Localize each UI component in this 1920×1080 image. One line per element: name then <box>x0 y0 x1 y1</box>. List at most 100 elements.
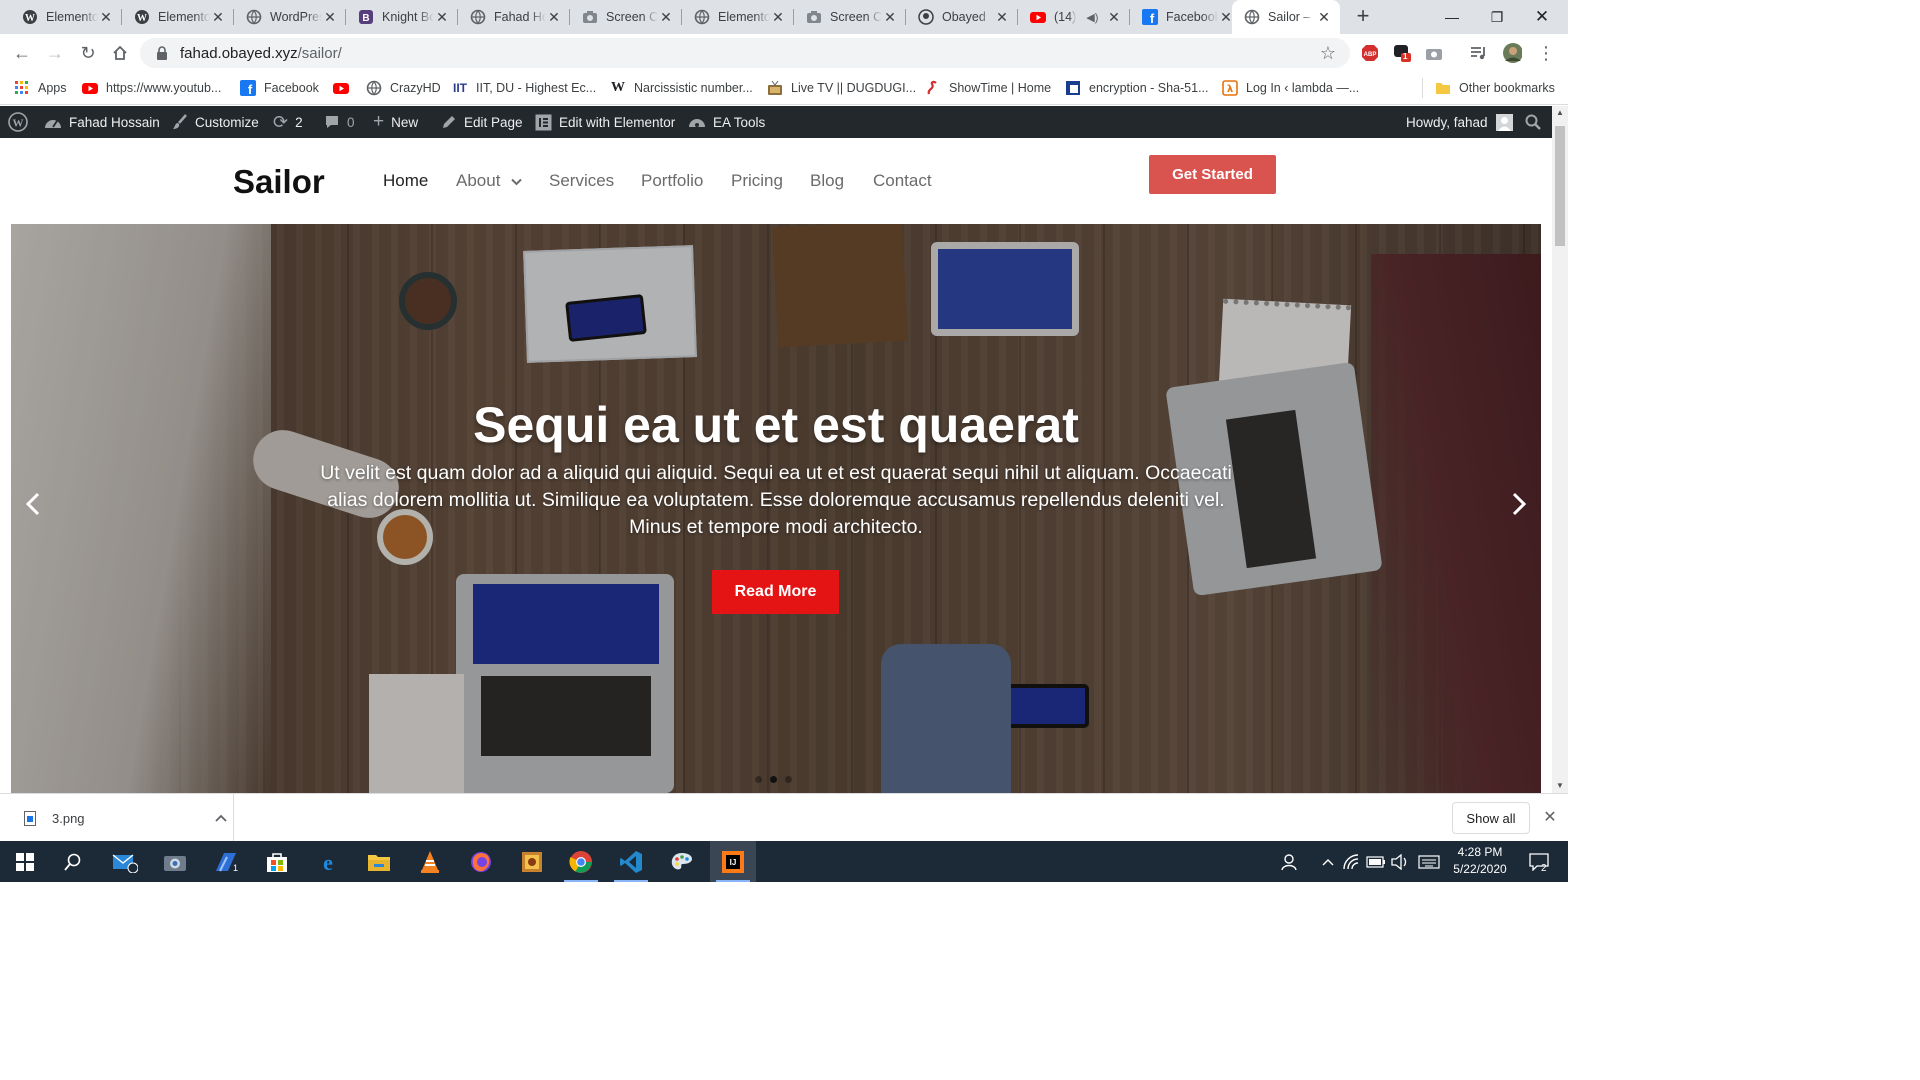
slider-dot[interactable] <box>785 776 792 783</box>
close-tab-icon[interactable]: ✕ <box>546 9 562 25</box>
close-window-button[interactable]: ✕ <box>1520 0 1564 34</box>
taskbar-paint[interactable] <box>659 841 705 882</box>
taskbar-mail[interactable]: 1 <box>102 841 238 882</box>
site-logo[interactable]: Sailor <box>233 163 325 201</box>
download-item[interactable]: 3.png <box>10 794 234 842</box>
forward-button[interactable]: → <box>42 40 68 66</box>
taskbar-firefox[interactable] <box>458 841 504 882</box>
speaker-icon[interactable]: ◀) <box>1086 11 1098 24</box>
new-content-menu[interactable]: + New <box>373 106 418 138</box>
nav-portfolio[interactable]: Portfolio <box>641 171 703 191</box>
browser-tab[interactable]: WordPress ✕ <box>234 0 346 34</box>
nav-pricing[interactable]: Pricing <box>731 171 783 191</box>
customize-link[interactable]: Customize <box>172 106 259 138</box>
other-bookmarks-folder[interactable]: Other bookmarks <box>1435 77 1555 99</box>
slider-prev-arrow[interactable] <box>21 492 45 522</box>
back-button[interactable]: ← <box>9 40 35 66</box>
volume-icon[interactable] <box>1390 841 1410 882</box>
people-icon[interactable] <box>1278 841 1302 882</box>
bookmark-encryption[interactable]: encryption - Sha-51... <box>1065 77 1209 99</box>
get-started-button[interactable]: Get Started <box>1149 155 1276 194</box>
site-name-menu[interactable]: Fahad Hossain <box>44 106 160 138</box>
chrome-menu-icon[interactable]: ⋮ <box>1536 43 1556 63</box>
updates-link[interactable]: ⟳ 2 <box>273 106 303 138</box>
page-scrollbar[interactable]: ▲ ▼ <box>1552 106 1568 793</box>
browser-tab[interactable]: f Facebook ✕ <box>1130 0 1242 34</box>
battery-icon[interactable] <box>1366 841 1386 882</box>
close-tab-icon[interactable]: ✕ <box>994 9 1010 25</box>
nav-services[interactable]: Services <box>549 171 614 191</box>
show-hidden-icons-icon[interactable] <box>1318 841 1338 882</box>
close-tab-icon[interactable]: ✕ <box>210 9 226 25</box>
close-downloads-icon[interactable]: ✕ <box>1540 807 1560 827</box>
show-all-button[interactable]: Show all <box>1452 802 1530 834</box>
profile-avatar[interactable] <box>1502 43 1522 63</box>
taskbar-edge[interactable]: e <box>305 841 351 882</box>
taskbar-intellij[interactable]: IJ <box>710 841 756 882</box>
bookmark-showtime[interactable]: ShowTime | Home <box>925 77 1051 99</box>
nav-about[interactable]: About <box>456 171 522 191</box>
edit-with-elementor-link[interactable]: Edit with Elementor <box>535 106 675 138</box>
home-button[interactable] <box>107 40 133 66</box>
bookmark-lambda[interactable]: λ Log In ‹ lambda —... <box>1222 77 1359 99</box>
slider-next-arrow[interactable] <box>1507 492 1531 522</box>
bookmark-facebook[interactable]: f Facebook <box>240 77 319 99</box>
browser-tab[interactable]: Obayed ✕ <box>906 0 1018 34</box>
bookmark-youtube-2[interactable] <box>333 77 357 99</box>
bookmark-iit-du[interactable]: IIT IIT, DU - Highest Ec... <box>452 77 596 99</box>
taskbar-vscode[interactable] <box>608 841 654 882</box>
bookmark-live-tv[interactable]: Live TV || DUGDUGI... <box>767 77 916 99</box>
taskbar-vlc[interactable] <box>407 841 453 882</box>
taskbar-search-button[interactable] <box>50 841 96 882</box>
close-tab-icon[interactable]: ✕ <box>882 9 898 25</box>
browser-tab-active[interactable]: Sailor – ✕ <box>1232 0 1340 34</box>
new-tab-button[interactable]: + <box>1352 5 1374 28</box>
taskbar-store[interactable] <box>254 841 300 882</box>
edit-page-link[interactable]: Edit Page <box>441 106 523 138</box>
bookmark-narcissistic[interactable]: W Narcissistic number... <box>610 77 753 99</box>
scroll-up-arrow[interactable]: ▲ <box>1552 106 1568 120</box>
browser-tab[interactable]: W Elementor ✕ <box>122 0 234 34</box>
browser-tab[interactable]: (14) ◀) ✕ <box>1018 0 1130 34</box>
start-button[interactable] <box>2 841 48 882</box>
bookmark-youtube[interactable]: https://www.youtub... <box>82 77 221 99</box>
slider-dot[interactable] <box>755 776 762 783</box>
taskbar-sublime[interactable] <box>509 841 555 882</box>
taskbar-chrome[interactable] <box>558 841 604 882</box>
nav-blog[interactable]: Blog <box>810 171 844 191</box>
nav-home[interactable]: Home <box>383 171 428 191</box>
browser-tab[interactable]: Screen Capture ✕ <box>794 0 906 34</box>
close-tab-icon[interactable]: ✕ <box>1316 9 1332 25</box>
bookmark-star-icon[interactable]: ☆ <box>1320 43 1336 64</box>
taskbar-pen-app[interactable] <box>203 841 249 882</box>
bookmark-apps[interactable]: Apps <box>14 77 67 99</box>
close-tab-icon[interactable]: ✕ <box>658 9 674 25</box>
reload-button[interactable]: ↻ <box>75 40 101 66</box>
browser-tab[interactable]: Fahad Hossain ✕ <box>458 0 570 34</box>
read-more-button[interactable]: Read More <box>712 570 839 614</box>
admin-search-button[interactable] <box>1525 106 1541 138</box>
browser-tab[interactable]: Elementor ✕ <box>682 0 794 34</box>
my-account-menu[interactable]: Howdy, fahad <box>1406 106 1513 138</box>
media-control-icon[interactable] <box>1468 43 1488 63</box>
close-tab-icon[interactable]: ✕ <box>322 9 338 25</box>
wp-logo-menu[interactable]: W <box>8 106 28 138</box>
scroll-down-arrow[interactable]: ▼ <box>1552 779 1568 793</box>
close-tab-icon[interactable]: ✕ <box>770 9 786 25</box>
action-center-icon[interactable]: 2 <box>1522 841 1556 882</box>
wifi-icon[interactable] <box>1342 841 1362 882</box>
close-tab-icon[interactable]: ✕ <box>434 9 450 25</box>
taskbar-file-explorer[interactable] <box>356 841 402 882</box>
bookmark-crazyhd[interactable]: CrazyHD <box>366 77 441 99</box>
close-tab-icon[interactable]: ✕ <box>1106 9 1122 25</box>
close-tab-icon[interactable]: ✕ <box>98 9 114 25</box>
taskbar-camera[interactable] <box>152 841 198 882</box>
taskbar-clock[interactable]: 4:28 PM 5/22/2020 <box>1440 844 1520 878</box>
maximize-window-button[interactable]: ❐ <box>1475 0 1519 34</box>
chevron-up-icon[interactable] <box>215 810 227 825</box>
camera-extension-icon[interactable] <box>1424 43 1444 63</box>
ea-tools-menu[interactable]: EA Tools <box>688 106 765 138</box>
minimize-window-button[interactable]: ― <box>1430 0 1474 34</box>
browser-tab[interactable]: Screen Capture ✕ <box>570 0 682 34</box>
address-bar[interactable]: fahad.obayed.xyz/sailor/ ☆ <box>140 38 1350 68</box>
